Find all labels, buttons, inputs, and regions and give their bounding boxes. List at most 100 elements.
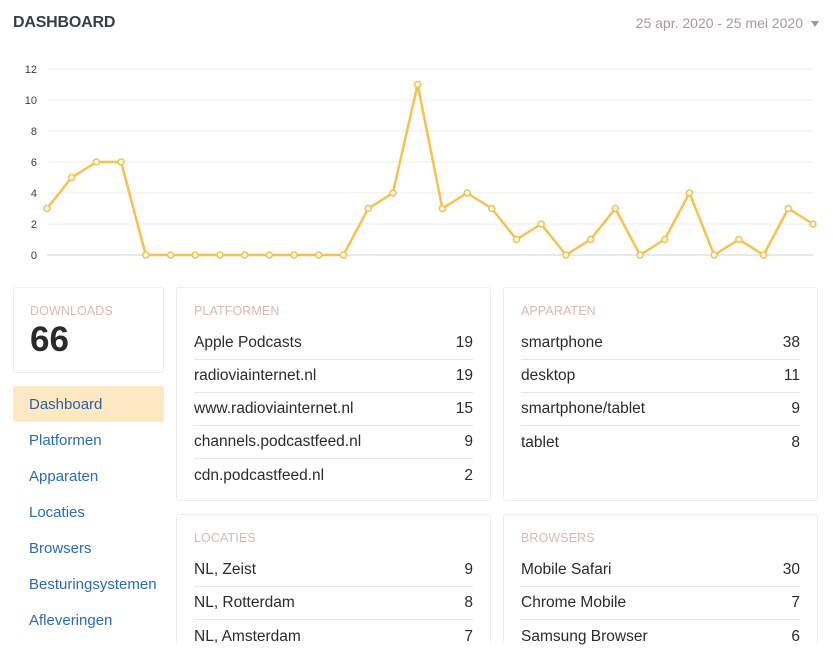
item-name: Chrome Mobile (521, 594, 627, 611)
date-range-label: 25 apr. 2020 - 25 mei 2020 (635, 15, 803, 31)
nav-item-afleveringen[interactable]: Afleveringen (13, 602, 164, 638)
downloads-card: DOWNLOADS 66 (13, 287, 164, 373)
list-item: cdn.podcastfeed.nl 2 (194, 459, 473, 492)
data-point[interactable] (67, 173, 76, 182)
downloads-label: DOWNLOADS (30, 304, 113, 318)
item-count: 11 (783, 367, 800, 384)
data-point[interactable] (117, 158, 125, 166)
item-name: NL, Amsterdam (194, 627, 301, 645)
item-name: channels.podcastfeed.nl (194, 433, 362, 450)
data-point[interactable] (166, 251, 175, 259)
data-point[interactable] (290, 251, 298, 259)
nav-item-browsers[interactable]: Browsers (13, 530, 164, 566)
item-name: smartphone/tablet (521, 400, 646, 417)
y-tick-label: 4 (31, 188, 37, 200)
list-item: NL, Amsterdam 7 (194, 620, 473, 653)
locaties-label: LOCATIES (194, 531, 256, 545)
data-point[interactable] (710, 251, 718, 259)
y-tick-label: 8 (31, 126, 37, 138)
data-point[interactable] (389, 189, 397, 197)
list-item: channels.podcastfeed.nl 9 (194, 426, 473, 459)
item-name: www.radioviainternet.nl (194, 400, 354, 417)
page-title: DASHBOARD (13, 14, 116, 31)
item-name: smartphone (521, 334, 603, 351)
data-point[interactable] (463, 189, 471, 197)
nav-item-locaties[interactable]: Locaties (13, 494, 164, 530)
nav-item-besturingsystemen[interactable]: Besturingsystemen (13, 566, 164, 602)
y-tick-label: 10 (25, 95, 37, 107)
data-point[interactable] (92, 158, 101, 166)
browsers-label: BROWSERS (521, 531, 595, 545)
data-point[interactable] (216, 251, 224, 259)
list-item: NL, Rotterdam 8 (194, 587, 473, 620)
data-point[interactable] (809, 220, 817, 228)
downloads-line-chart: 0 2 4 6 8 10 12 (25, 64, 817, 262)
caret-down-icon (811, 21, 819, 27)
list-item: NL, Zeist 9 (194, 554, 473, 587)
apparaten-card: APPARATEN smartphone 38 desktop 11 smartph… (503, 287, 818, 501)
data-point[interactable] (438, 204, 447, 213)
data-point[interactable] (339, 251, 348, 259)
item-count: 2 (464, 466, 473, 484)
data-point[interactable] (364, 204, 373, 213)
nav-item-dashboard[interactable]: Dashboard (13, 386, 164, 422)
data-point[interactable] (611, 204, 620, 213)
item-count: 9 (464, 433, 473, 450)
item-count: 8 (791, 433, 800, 451)
item-count: 19 (455, 334, 473, 351)
platformen-list: Apple Podcasts 19 radioviainternet.nl 19 w… (194, 327, 473, 492)
data-point[interactable] (43, 204, 51, 213)
data-point[interactable] (685, 189, 694, 197)
item-name: Apple Podcasts (194, 334, 302, 351)
header: DASHBOARD 25 apr. 2020 - 25 mei 2020 (13, 10, 819, 36)
list-item: www.radioviainternet.nl 15 (194, 393, 473, 426)
data-point[interactable] (636, 251, 644, 259)
data-point[interactable] (265, 251, 274, 259)
list-item: smartphone/tablet 9 (521, 393, 800, 426)
nav-item-apparaten[interactable]: Apparaten (13, 458, 164, 494)
data-point[interactable] (142, 251, 150, 259)
item-name: radioviainternet.nl (194, 367, 317, 384)
item-name: NL, Rotterdam (194, 594, 295, 611)
item-count: 8 (464, 594, 473, 611)
sidebar-nav: Dashboard Platformen Apparaten Locaties … (13, 386, 164, 638)
y-tick-label: 6 (31, 157, 37, 169)
item-count: 6 (791, 627, 800, 645)
data-point[interactable] (191, 251, 200, 259)
data-point[interactable] (784, 204, 793, 213)
list-item: Chrome Mobile 7 (521, 587, 800, 620)
platformen-label: PLATFORMEN (194, 304, 280, 318)
series-line (46, 83, 814, 257)
y-tick-label: 12 (25, 64, 37, 76)
data-point[interactable] (512, 235, 521, 244)
date-range-picker[interactable]: 25 apr. 2020 - 25 mei 2020 (636, 15, 819, 31)
data-point[interactable] (487, 204, 496, 213)
apparaten-list: smartphone 38 desktop 11 smartphone/tablet… (521, 327, 800, 459)
locaties-list: NL, Zeist 9 NL, Rotterdam 8 NL, Amsterdam 7 (194, 554, 473, 653)
data-point[interactable] (413, 80, 422, 89)
item-count: 9 (791, 400, 800, 417)
list-item: Samsung Browser 6 (521, 620, 800, 653)
data-point[interactable] (562, 251, 570, 259)
item-count: 38 (782, 334, 800, 351)
list-item: Mobile Safari 30 (521, 554, 800, 587)
data-point[interactable] (735, 235, 743, 244)
item-count: 15 (455, 400, 473, 417)
data-point[interactable] (586, 235, 595, 244)
browsers-card: BROWSERS Mobile Safari 30 Chrome Mobile 7 … (503, 514, 818, 645)
item-count: 7 (791, 594, 800, 611)
data-point[interactable] (315, 251, 323, 259)
downloads-count: 66 (30, 320, 69, 359)
item-count: 19 (455, 367, 473, 384)
data-point[interactable] (759, 251, 768, 259)
data-point[interactable] (537, 220, 545, 228)
data-point[interactable] (240, 251, 249, 259)
item-name: cdn.podcastfeed.nl (194, 466, 325, 484)
data-point[interactable] (660, 235, 669, 244)
item-count: 7 (464, 627, 473, 645)
item-name: Mobile Safari (521, 561, 612, 578)
nav-item-platformen[interactable]: Platformen (13, 422, 164, 458)
y-tick-label: 0 (31, 250, 37, 262)
list-item: radioviainternet.nl 19 (194, 360, 473, 393)
locaties-card: LOCATIES NL, Zeist 9 NL, Rotterdam 8 NL, A… (176, 514, 491, 645)
